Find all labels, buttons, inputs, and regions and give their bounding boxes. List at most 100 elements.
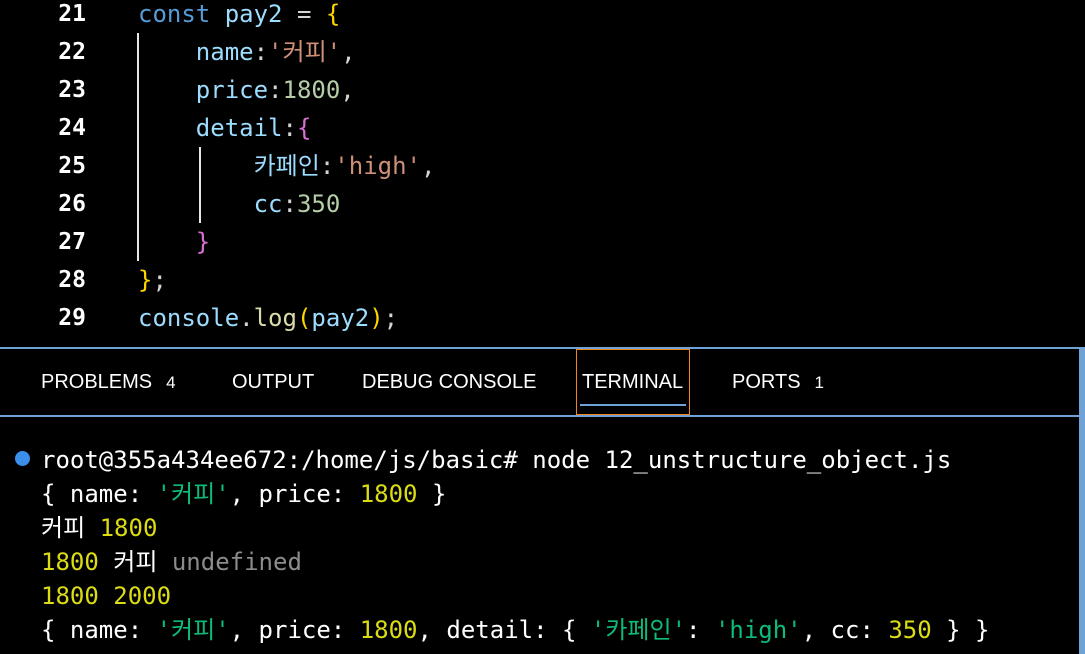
code-line: 26 cc:350 (0, 185, 1085, 223)
code-token: '커피' (268, 38, 342, 66)
code-token: : (686, 616, 715, 644)
code-text: const pay2 = { (138, 0, 340, 33)
panel-edge (1079, 349, 1085, 415)
code-token: '커피' (156, 480, 230, 508)
code-token: : (268, 76, 283, 104)
code-token: 1800 (41, 548, 99, 576)
code-token: 1800 (99, 514, 158, 542)
tab-ports[interactable]: PORTS 1 (732, 349, 824, 415)
code-token: : (319, 152, 335, 180)
code-token: } (138, 266, 153, 294)
code-token: { name: (41, 480, 157, 508)
code-token: = (282, 0, 326, 28)
code-token: root@355a434ee672:/home/js/basic# node 1… (41, 446, 952, 474)
tab-label: DEBUG CONSOLE (362, 371, 537, 393)
code-line: 29 console.log(pay2); (0, 299, 1085, 337)
code-token: , (421, 152, 436, 180)
code-token: 1800 (282, 76, 341, 104)
code-token: 카페인 (253, 152, 320, 180)
code-line: 23 price:1800, (0, 71, 1085, 109)
line-number: 22 (58, 39, 86, 65)
code-line: 22 name:'커피', (0, 33, 1085, 71)
code-token: 'high' (334, 152, 421, 180)
code-token: 'high' (714, 616, 802, 644)
terminal-output[interactable]: root@355a434ee672:/home/js/basic# node 1… (0, 417, 1085, 654)
terminal-line: 1800 커피 undefined (41, 545, 302, 579)
code-line: 25 카페인:'high', (0, 147, 1085, 185)
tab-problems[interactable]: PROBLEMS 4 (41, 349, 176, 415)
code-token: 1800 (359, 616, 418, 644)
code-token: , cc: (801, 616, 889, 644)
code-token: { (296, 114, 312, 142)
code-token: detail (195, 114, 283, 142)
code-editor[interactable]: 21 const pay2 = { 22 name:'커피', 23 price:… (0, 0, 1085, 347)
code-text: }; (138, 261, 167, 299)
tab-output[interactable]: OUTPUT (232, 349, 314, 415)
tab-label: PROBLEMS (41, 371, 153, 393)
line-number: 24 (58, 115, 86, 141)
code-token: } (195, 228, 211, 256)
panel-tab-bar: PROBLEMS 4 OUTPUT DEBUG CONSOLE TERMINAL … (0, 349, 1085, 415)
code-token: , detail: { (417, 616, 591, 644)
code-token: , price: (229, 480, 360, 508)
code-token: 커피 (98, 548, 172, 576)
line-number: 21 (58, 1, 86, 27)
code-token: ; (383, 304, 399, 332)
code-text: detail:{ (138, 109, 312, 147)
code-text: price:1800, (138, 71, 355, 109)
code-token: '카페인' (590, 616, 687, 644)
code-token: 1800 (359, 480, 418, 508)
line-number: 29 (58, 305, 86, 331)
tab-label: OUTPUT (232, 371, 315, 393)
code-token: } (417, 480, 447, 508)
line-number: 27 (58, 229, 86, 255)
active-tab-indicator (580, 404, 686, 406)
code-text: cc:350 (138, 185, 341, 223)
code-token: { name: (41, 616, 157, 644)
code-token: console (138, 304, 240, 332)
code-token: : (253, 38, 269, 66)
code-token: undefined (171, 548, 302, 576)
line-number: 25 (58, 153, 86, 179)
problems-count-badge: 4 (166, 373, 176, 392)
command-status-dot-icon (15, 451, 30, 466)
terminal-line: { name: '커피', price: 1800 } (41, 477, 446, 511)
code-token: ) (369, 304, 384, 332)
code-token: { (325, 0, 341, 28)
code-token: price (195, 76, 269, 104)
tab-label: TERMINAL (582, 371, 684, 393)
code-text: name:'커피', (138, 33, 356, 71)
code-token: pay2 (224, 0, 283, 28)
code-token: 2000 (113, 582, 172, 610)
terminal-scrollbar[interactable] (1079, 417, 1085, 654)
code-token: } } (931, 616, 990, 644)
code-token: 1800 (41, 582, 99, 610)
tab-debug-console[interactable]: DEBUG CONSOLE (362, 349, 536, 415)
line-number: 28 (58, 267, 86, 293)
code-line: 24 detail:{ (0, 109, 1085, 147)
terminal-line: root@355a434ee672:/home/js/basic# node 1… (41, 443, 951, 477)
code-token: const (138, 0, 225, 28)
code-token: . (239, 304, 254, 332)
code-text: console.log(pay2); (138, 299, 398, 337)
terminal-line: 커피 1800 (41, 511, 157, 545)
code-text: } (138, 223, 210, 261)
code-token: log (253, 304, 297, 332)
ports-count-badge: 1 (814, 373, 825, 392)
code-token: : (282, 114, 297, 142)
code-text: 카페인:'high', (138, 147, 436, 185)
terminal-line: 1800 2000 (41, 579, 171, 613)
line-number: 26 (58, 191, 86, 217)
terminal-line: { name: '커피', price: 1800, detail: { '카페… (41, 613, 990, 647)
code-token: ; (152, 266, 167, 294)
code-token: ( (296, 304, 312, 332)
code-token: , (341, 38, 356, 66)
code-token: cc (253, 190, 283, 218)
